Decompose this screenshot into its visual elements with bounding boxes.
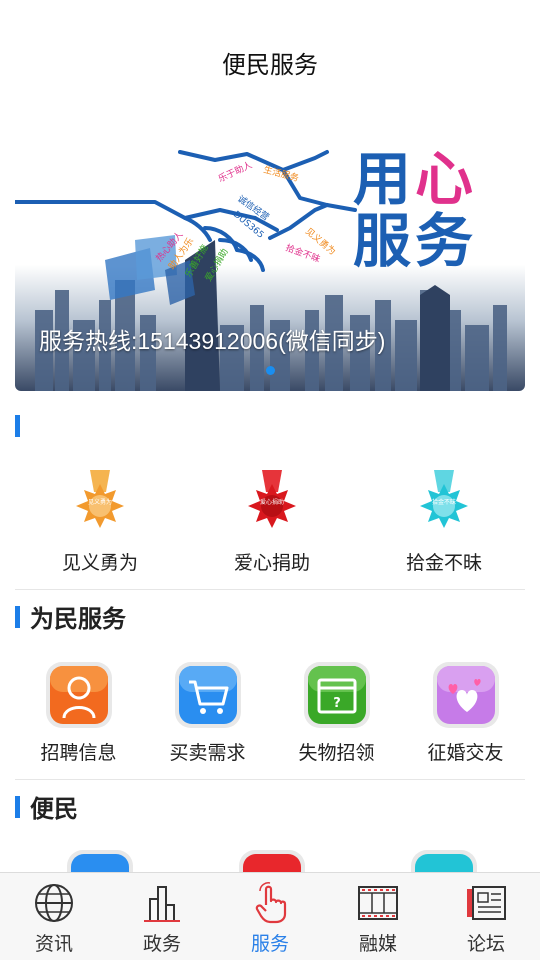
honor-label: 见义勇为: [61, 552, 138, 574]
tab-service[interactable]: 服务: [216, 873, 324, 960]
section-marker-honor: [15, 415, 20, 437]
honor-label: 爱心捐助: [233, 552, 310, 574]
honor-item-donate[interactable]: 爱心捐助 爱心捐助: [186, 470, 358, 575]
section-title-convenience: 便民: [30, 795, 78, 823]
carousel-indicator: [15, 366, 525, 375]
header: 便民服务: [0, 0, 540, 110]
convenience-icon-partial-2[interactable]: [239, 850, 305, 874]
service-label: 征婚交友: [427, 742, 504, 764]
carousel-dot-active[interactable]: [265, 366, 275, 375]
honor-label: 拾金不昧: [405, 552, 482, 574]
hand-pointer-icon: [255, 882, 287, 924]
service-label: 招聘信息: [40, 742, 117, 764]
tab-label: 论坛: [466, 933, 505, 955]
tab-label: 资讯: [34, 933, 73, 955]
service-item-dating[interactable]: 征婚交友: [401, 660, 530, 765]
honor-item-brave[interactable]: 见义勇为 见义勇为: [14, 470, 186, 575]
cart-icon: [174, 662, 241, 728]
section-marker-convenience: [15, 796, 20, 818]
banner-caption: 服务热线:15143912006(微信同步): [39, 328, 386, 354]
tab-label: 服务: [250, 933, 289, 955]
service-label: 买卖需求: [169, 742, 246, 764]
person-icon: [45, 662, 112, 728]
service-label: 失物招领: [298, 742, 375, 764]
honest-medal-icon: 拾金不昧: [420, 470, 468, 528]
bottom-tab-bar: 资讯 政务 服务 融媒 论坛: [0, 872, 540, 960]
section-title-service: 为民服务: [30, 605, 126, 633]
hearts-icon: [432, 662, 499, 728]
buildings-icon: [144, 886, 180, 922]
film-icon: [358, 886, 398, 920]
tab-forum[interactable]: 论坛: [432, 873, 540, 960]
service-item-lost-found[interactable]: ? 失物招领: [272, 660, 401, 765]
badge-text: 爱心捐助: [260, 498, 284, 506]
tab-label: 融媒: [358, 933, 397, 955]
globe-icon: [35, 884, 73, 922]
page-title: 便民服务: [222, 50, 318, 79]
section-divider: [15, 589, 525, 590]
honor-item-honest[interactable]: 拾金不昧 拾金不昧: [358, 470, 530, 575]
banner-carousel[interactable]: 乐于助人 生活服务 诚信经营 DUS365 热心助人 助人为乐 乐善好施 爱心捐…: [15, 110, 525, 391]
convenience-icon-partial-3[interactable]: [411, 850, 477, 874]
window-question-icon: ?: [303, 662, 370, 728]
newspaper-icon: [467, 886, 506, 920]
donate-medal-icon: 爱心捐助: [248, 470, 296, 528]
section-divider: [15, 779, 525, 780]
convenience-icon-partial-1[interactable]: [67, 850, 133, 874]
service-item-trade[interactable]: 买卖需求: [143, 660, 272, 765]
tab-news[interactable]: 资讯: [0, 873, 108, 960]
honor-grid: 见义勇为 见义勇为 爱心捐助 爱心捐助 拾金不昧 拾金不昧: [0, 470, 540, 575]
service-grid: 招聘信息 买卖需求 ? 失物招领 征婚交友: [0, 660, 540, 765]
service-item-jobs[interactable]: 招聘信息: [14, 660, 143, 765]
brave-medal-icon: 见义勇为: [76, 470, 124, 528]
badge-text: 见义勇为: [88, 498, 112, 506]
svg-text:?: ?: [333, 696, 341, 711]
banner-headline: 用心 服务: [353, 145, 478, 275]
badge-text: 拾金不昧: [432, 498, 456, 506]
tab-media[interactable]: 融媒: [324, 873, 432, 960]
tab-label: 政务: [142, 933, 181, 955]
section-marker-service: [15, 606, 20, 628]
tab-government[interactable]: 政务: [108, 873, 216, 960]
